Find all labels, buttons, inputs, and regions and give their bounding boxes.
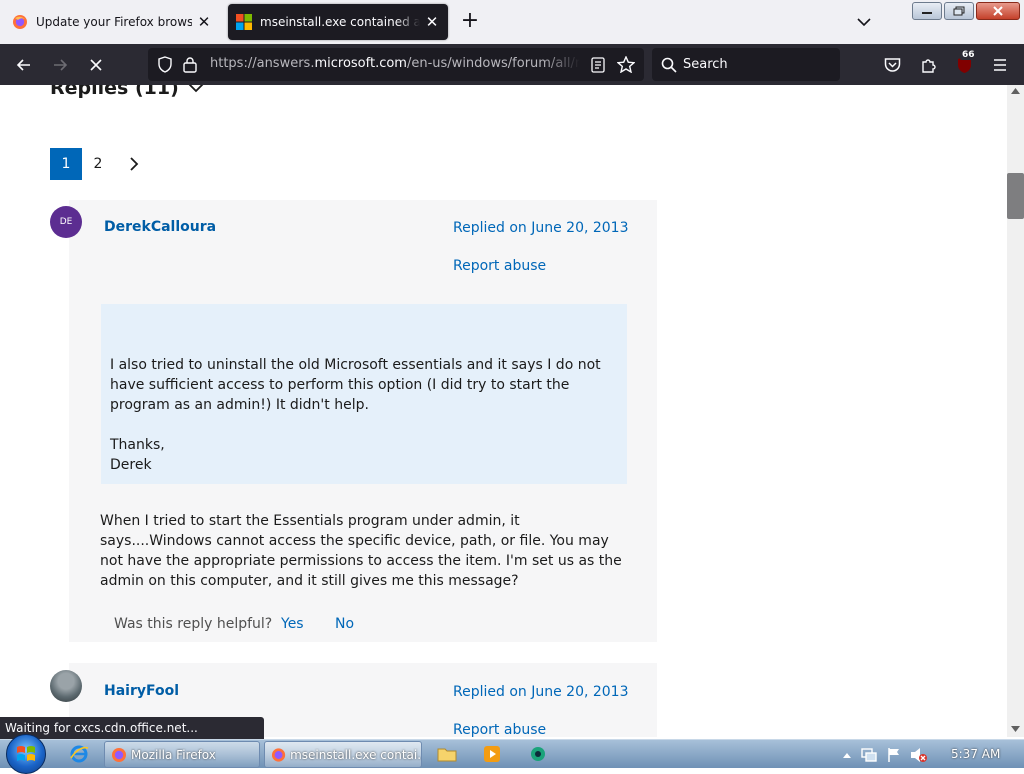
minimize-button[interactable] — [912, 2, 942, 20]
stop-loading-button[interactable] — [83, 52, 109, 78]
search-icon — [661, 57, 677, 73]
tab-mseinstall[interactable]: mseinstall.exe contained a virus ✕ — [228, 4, 448, 40]
hamburger-menu-icon — [994, 59, 1006, 71]
action-center-flag-icon[interactable] — [886, 747, 902, 763]
tab-strip: Update your Firefox browser ✕ mseinstall… — [0, 0, 1024, 44]
avatar[interactable] — [50, 670, 82, 702]
star-bookmark-icon[interactable] — [617, 56, 635, 73]
windows-logo-icon — [17, 746, 35, 761]
address-bar[interactable]: https://answers.microsoft.com/en-us/wind… — [148, 48, 644, 81]
firefox-icon — [13, 15, 27, 29]
avatar[interactable]: DE — [50, 206, 82, 238]
status-panel: Waiting for cxcs.cdn.office.net... — [0, 717, 264, 739]
window-controls — [912, 2, 1020, 20]
restore-button[interactable] — [944, 2, 974, 20]
taskbar-task-label: Mozilla Firefox — [131, 747, 216, 762]
page-1-button[interactable]: 1 — [50, 148, 82, 180]
taskbar-task-label: mseinstall.exe contai... — [290, 747, 421, 762]
windows-taskbar: Mozilla Firefox mseinstall.exe contai...… — [0, 734, 1024, 774]
search-placeholder: Search — [683, 57, 728, 72]
start-button[interactable] — [6, 734, 46, 774]
url-text[interactable]: https://answers.microsoft.com/en-us/wind… — [210, 56, 580, 71]
minimize-icon — [922, 12, 932, 14]
close-tab-icon[interactable]: ✕ — [420, 10, 444, 34]
chevron-down-icon[interactable] — [186, 85, 206, 93]
tab-label: mseinstall.exe contained a virus — [260, 15, 420, 29]
replied-date-link[interactable]: Replied on June 20, 2013 — [453, 220, 629, 236]
back-button[interactable] — [11, 52, 37, 78]
chevron-down-icon — [857, 18, 871, 27]
scroll-down-arrow-icon[interactable] — [1011, 726, 1020, 732]
new-tab-button[interactable]: + — [458, 10, 482, 34]
reader-view-icon[interactable] — [591, 57, 605, 73]
taskbar-firefox-window[interactable]: Mozilla Firefox — [104, 741, 260, 768]
lock-icon[interactable] — [182, 56, 198, 73]
close-window-button[interactable] — [976, 2, 1020, 20]
extension-badge: 66 — [960, 50, 977, 60]
helpful-question: Was this reply helpful? — [114, 616, 273, 632]
tab-update-firefox[interactable]: Update your Firefox browser ✕ — [4, 4, 220, 40]
list-all-tabs-button[interactable] — [852, 10, 876, 34]
quote-text: I also tried to uninstall the old Micros… — [110, 357, 601, 413]
taskbar-mseinstall-window[interactable]: mseinstall.exe contai... — [264, 741, 422, 768]
firefox-icon — [112, 747, 126, 762]
network-app-icon[interactable] — [526, 743, 550, 765]
arrow-right-icon — [54, 59, 68, 71]
close-icon — [993, 6, 1003, 16]
next-page-button[interactable] — [124, 148, 144, 180]
quote-text: Derek — [110, 457, 152, 473]
close-tab-icon[interactable]: ✕ — [192, 10, 216, 34]
scrollbar-thumb[interactable] — [1007, 173, 1024, 219]
author-name-link[interactable]: HairyFool — [104, 683, 179, 699]
tab-label: Update your Firefox browser — [36, 15, 192, 29]
puzzle-piece-icon — [921, 58, 936, 73]
pocket-button[interactable] — [879, 52, 905, 78]
search-input[interactable]: Search — [652, 48, 840, 81]
reply-body: When I tried to start the Essentials pro… — [100, 513, 622, 589]
pagination: 1 2 — [50, 148, 144, 180]
app-menu-button[interactable] — [987, 52, 1013, 78]
replies-heading: Replies (11) — [50, 85, 179, 99]
pocket-icon — [884, 58, 900, 72]
internet-explorer-icon[interactable] — [67, 743, 91, 765]
chevron-right-icon — [130, 157, 139, 171]
show-hidden-icons-icon[interactable] — [842, 751, 852, 759]
volume-muted-icon[interactable] — [910, 747, 928, 763]
file-explorer-icon[interactable] — [435, 743, 459, 765]
forward-button[interactable] — [47, 52, 73, 78]
author-name-link[interactable]: DerekCalloura — [104, 219, 216, 235]
shield-icon[interactable] — [157, 56, 173, 73]
page-content: Replies (11) 1 2 DE DerekCalloura Replie… — [0, 85, 1007, 737]
scroll-up-arrow-icon[interactable] — [1011, 88, 1020, 94]
microsoft-logo-icon — [236, 14, 252, 30]
restore-icon — [953, 6, 965, 16]
navigation-toolbar: https://answers.microsoft.com/en-us/wind… — [0, 44, 1024, 85]
network-icon[interactable] — [860, 747, 878, 763]
extensions-button[interactable] — [915, 52, 941, 78]
vertical-scrollbar[interactable] — [1007, 85, 1024, 737]
arrow-left-icon — [16, 59, 30, 71]
media-player-icon[interactable] — [480, 743, 504, 765]
quoted-message: I also tried to uninstall the old Micros… — [101, 304, 627, 484]
helpful-no-button[interactable]: No — [335, 616, 354, 632]
close-icon — [90, 59, 102, 71]
report-abuse-link[interactable]: Report abuse — [453, 722, 546, 737]
helpful-yes-button[interactable]: Yes — [281, 616, 304, 632]
system-clock[interactable]: 5:37 AM — [951, 747, 1000, 761]
replied-date-link[interactable]: Replied on June 20, 2013 — [453, 684, 629, 700]
firefox-icon — [271, 747, 286, 762]
page-2-button[interactable]: 2 — [82, 148, 114, 180]
system-tray — [842, 740, 928, 769]
quote-text: Thanks, — [110, 437, 165, 453]
report-abuse-link[interactable]: Report abuse — [453, 258, 546, 274]
